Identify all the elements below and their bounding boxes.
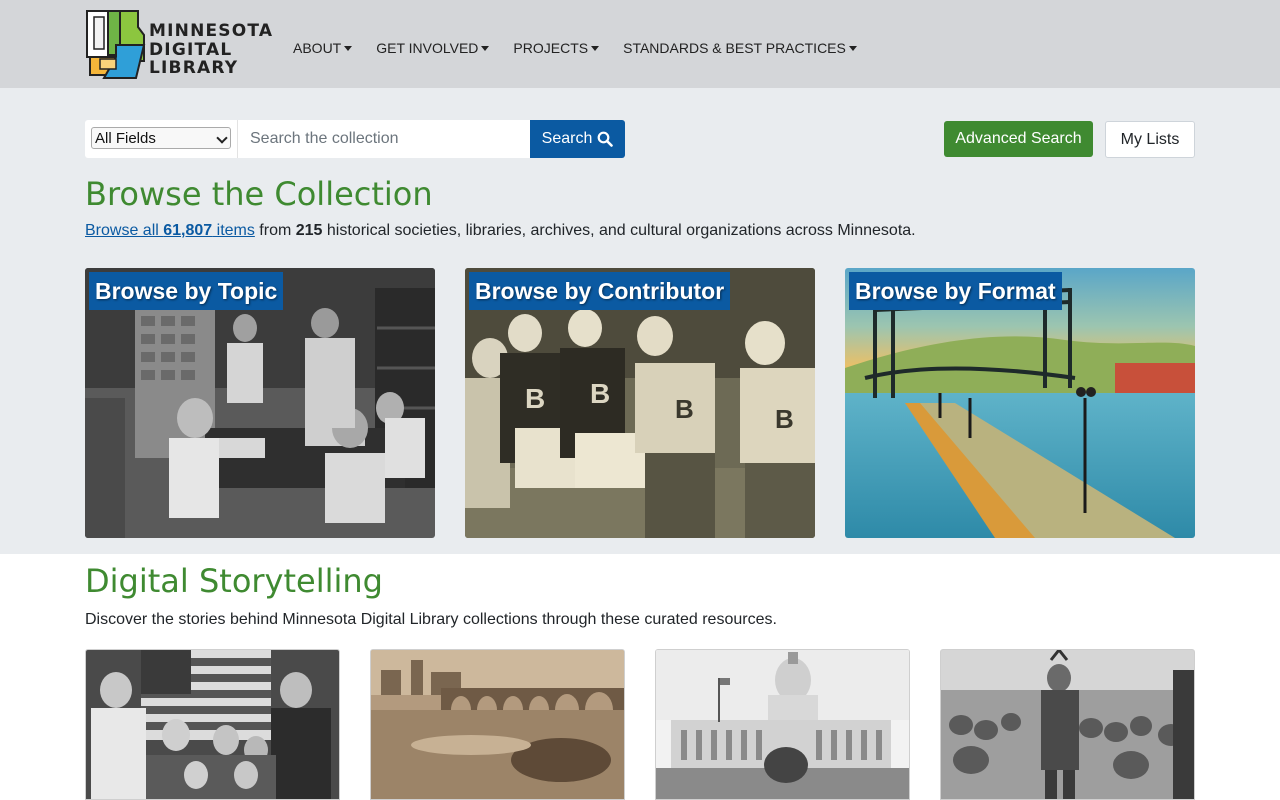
caret-down-icon: [481, 46, 490, 51]
item-count: 61,807: [163, 222, 213, 239]
nav-label: STANDARDS & BEST PRACTICES: [623, 40, 846, 56]
svg-text:B: B: [590, 378, 610, 409]
nav-label: PROJECTS: [513, 40, 589, 56]
logo-line: MINNESOTA: [149, 21, 274, 41]
advanced-search-button[interactable]: Advanced Search: [944, 121, 1093, 157]
from-text: from: [254, 222, 296, 239]
card-label: Browse by Topic: [89, 272, 284, 310]
card-label: Browse by Contributor: [469, 272, 731, 310]
my-lists-button[interactable]: My Lists: [1105, 121, 1195, 158]
logo-wordmark: MINNESOTA DIGITAL LIBRARY: [149, 22, 273, 78]
select-value: All Fields: [95, 130, 156, 147]
nav-projects[interactable]: PROJECTS: [513, 40, 600, 56]
logo-line: DIGITAL: [149, 39, 233, 60]
caret-down-icon: [344, 46, 353, 51]
browse-all-link[interactable]: Browse all 61,807 items: [85, 222, 255, 239]
search-button-label: Search: [541, 130, 593, 147]
caret-down-icon: [591, 46, 600, 51]
site-logo[interactable]: MINNESOTA DIGITAL LIBRARY: [86, 9, 272, 81]
svg-text:B: B: [775, 404, 794, 434]
link-prefix: Browse all: [85, 222, 164, 239]
story-card-state-capitol[interactable]: [655, 649, 910, 800]
chevron-down-icon: [216, 132, 228, 144]
browse-by-contributor-card[interactable]: B B B B Browse by Contributor: [465, 268, 815, 538]
svg-text:B: B: [675, 394, 694, 424]
story-card-suffrage[interactable]: [85, 649, 340, 800]
site-header: MINNESOTA DIGITAL LIBRARY ABOUT GET INVO…: [0, 0, 1280, 88]
browse-title: Browse the Collection: [85, 175, 433, 213]
nav-get-involved[interactable]: GET INVOLVED: [376, 40, 490, 56]
nav-about[interactable]: ABOUT: [293, 40, 353, 56]
storytelling-title: Digital Storytelling: [85, 562, 383, 600]
logo-line: LIBRARY: [149, 58, 239, 78]
women-with-flag-photo: [86, 650, 339, 799]
select-box[interactable]: All Fields: [91, 127, 231, 149]
story-card-stone-arch-bridge[interactable]: [370, 649, 625, 800]
search-bar: All Fields Search Advanced Search My Lis…: [85, 120, 1195, 158]
card-label: Browse by Format: [849, 272, 1062, 310]
search-button[interactable]: Search: [530, 120, 625, 158]
nav-label: ABOUT: [293, 40, 342, 56]
search-field-select[interactable]: All Fields: [85, 120, 237, 158]
dakota-gathering-photo: [941, 650, 1194, 799]
search-input[interactable]: [237, 120, 530, 158]
intro-rest: historical societies, libraries, archive…: [322, 222, 916, 239]
nav-standards[interactable]: STANDARDS & BEST PRACTICES: [623, 40, 857, 56]
state-capitol-photo: [656, 650, 909, 799]
minnesota-logo-icon: [86, 10, 146, 79]
svg-text:B: B: [525, 383, 545, 414]
link-suffix: items: [212, 222, 255, 239]
search-icon: [597, 131, 614, 147]
browse-intro: Browse all 61,807 items from 215 histori…: [85, 222, 916, 240]
storytelling-intro: Discover the stories behind Minnesota Di…: [85, 611, 777, 628]
org-count: 215: [295, 222, 323, 239]
story-card-powwow[interactable]: [940, 649, 1195, 800]
nav-label: GET INVOLVED: [376, 40, 479, 56]
main-nav: ABOUT GET INVOLVED PROJECTS STANDARDS & …: [293, 40, 857, 56]
stone-arch-bridge-photo: [371, 650, 624, 799]
caret-down-icon: [848, 46, 857, 51]
browse-by-format-card[interactable]: Browse by Format: [845, 268, 1195, 538]
browse-by-topic-card[interactable]: Browse by Topic: [85, 268, 435, 538]
